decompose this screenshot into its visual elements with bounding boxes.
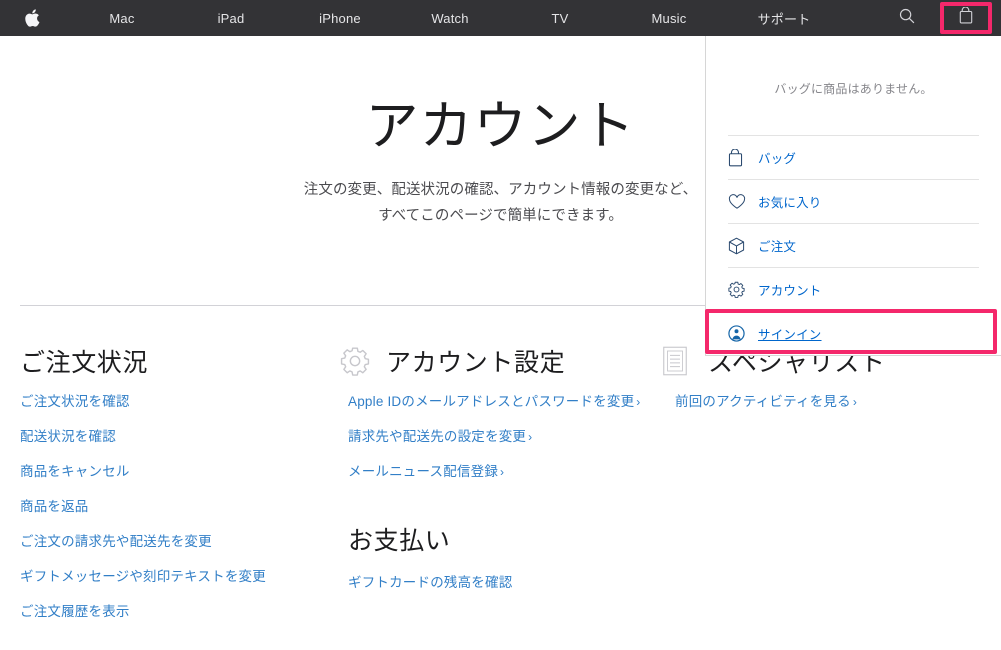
search-button[interactable] bbox=[879, 0, 935, 36]
search-icon bbox=[899, 8, 915, 29]
link-label: メールニュース配信登録 bbox=[348, 463, 499, 479]
bag-empty-message: バッグに商品はありません。 bbox=[774, 82, 933, 96]
link-label: 請求先や配送先の設定を変更 bbox=[348, 428, 527, 444]
list-item: Apple IDのメールアドレスとパスワードを変更 › bbox=[348, 392, 662, 413]
list-item: メールニュース配信登録 › bbox=[348, 462, 662, 483]
link-email-newsletter-subscription[interactable]: メールニュース配信登録 › bbox=[348, 464, 504, 479]
chevron-right-icon: › bbox=[528, 429, 533, 444]
chevron-right-icon: › bbox=[852, 395, 858, 409]
dropdown-item-favorites[interactable]: お気に入り bbox=[728, 179, 979, 223]
shopping-bag-button[interactable] bbox=[935, 0, 997, 36]
content-columns: ご注文状況 ご注文状況を確認 配送状況を確認 商品をキャンセル 商品を返品 ご注… bbox=[0, 342, 1001, 650]
list-item: ギフトメッセージや刻印テキストを変更 bbox=[20, 567, 340, 588]
dropdown-item-label: サインイン bbox=[758, 328, 822, 342]
link-change-billing-shipping-settings[interactable]: 請求先や配送先の設定を変更 › bbox=[348, 429, 532, 444]
section-specialist: スペシャリスト 前回のアクティビティを見る › bbox=[662, 342, 1001, 650]
nav-item-support[interactable]: サポート bbox=[724, 0, 844, 36]
package-box-icon bbox=[728, 237, 758, 255]
link-check-giftcard-balance[interactable]: ギフトカードの残高を確認 bbox=[348, 575, 512, 590]
dropdown-item-orders[interactable]: ご注文 bbox=[728, 223, 979, 267]
section-title: アカウント設定 bbox=[386, 349, 566, 377]
heart-icon bbox=[728, 193, 758, 210]
dropdown-item-bag[interactable]: バッグ bbox=[728, 135, 979, 179]
nav-item-iphone[interactable]: iPhone bbox=[286, 0, 394, 36]
section-account-settings: アカウント設定 Apple IDのメールアドレスとパスワードを変更 › 請求先や配… bbox=[340, 342, 662, 650]
nav-item-mac[interactable]: Mac bbox=[68, 0, 176, 36]
link-cancel-item[interactable]: 商品をキャンセル bbox=[20, 464, 130, 479]
list-item: ご注文履歴を表示 bbox=[20, 602, 340, 623]
dropdown-item-label: バッグ bbox=[758, 152, 797, 166]
list-item: 商品をキャンセル bbox=[20, 462, 340, 483]
nav-links-group: Mac iPad iPhone Watch TV Music サポート bbox=[64, 0, 879, 36]
nav-item-watch[interactable]: Watch bbox=[394, 0, 506, 36]
link-check-delivery-status[interactable]: 配送状況を確認 bbox=[20, 429, 116, 444]
list-item: 配送状況を確認 bbox=[20, 427, 340, 448]
list-item: 前回のアクティビティを見る › bbox=[675, 392, 1001, 413]
link-return-item[interactable]: 商品を返品 bbox=[20, 499, 89, 514]
bag-button-wrapper bbox=[935, 0, 997, 36]
page-subtitle-line-1: 注文の変更、配送状況の確認、アカウント情報の変更など、 bbox=[303, 182, 698, 199]
shopping-bag-icon bbox=[959, 6, 973, 29]
list-item: ギフトカードの残高を確認 bbox=[348, 573, 662, 594]
payment-link-list: ギフトカードの残高を確認 bbox=[340, 573, 662, 594]
global-navigation-bar: Mac iPad iPhone Watch TV Music サポート bbox=[0, 0, 1001, 36]
account-settings-link-list: Apple IDのメールアドレスとパスワードを変更 › 請求先や配送先の設定を変更… bbox=[340, 392, 662, 483]
dropdown-item-label: アカウント bbox=[758, 284, 822, 298]
person-circle-icon bbox=[728, 325, 758, 342]
bag-dropdown-panel: バッグに商品はありません。 バッグ お気に入り ご注文 アカウント サインイン bbox=[705, 36, 1001, 356]
list-item: 請求先や配送先の設定を変更 › bbox=[348, 427, 662, 448]
section-title-payment: お支払い bbox=[348, 526, 451, 555]
nav-item-music[interactable]: Music bbox=[614, 0, 724, 36]
document-lines-icon bbox=[662, 346, 706, 376]
section-header: ご注文状況 bbox=[20, 342, 340, 380]
section-header: アカウント設定 bbox=[340, 342, 662, 380]
bag-dropdown-list: バッグ お気に入り ご注文 アカウント サインイン bbox=[728, 135, 979, 355]
order-status-link-list: ご注文状況を確認 配送状況を確認 商品をキャンセル 商品を返品 ご注文の請求先や… bbox=[20, 392, 340, 622]
gear-icon bbox=[728, 281, 758, 298]
nav-item-tv[interactable]: TV bbox=[506, 0, 614, 36]
link-label: 前回のアクティビティを見る bbox=[675, 394, 851, 409]
link-change-order-address[interactable]: ご注文の請求先や配送先を変更 bbox=[20, 534, 212, 549]
specialist-link-list: 前回のアクティビティを見る › bbox=[662, 392, 1001, 413]
link-label: Apple IDのメールアドレスとパスワードを変更 bbox=[348, 394, 635, 409]
dropdown-item-signin[interactable]: サインイン bbox=[728, 311, 979, 355]
apple-logo-icon bbox=[24, 9, 40, 27]
link-change-gift-message[interactable]: ギフトメッセージや刻印テキストを変更 bbox=[20, 569, 266, 584]
chevron-right-icon: › bbox=[500, 464, 505, 479]
link-check-order-status[interactable]: ご注文状況を確認 bbox=[20, 394, 130, 409]
section-order-status: ご注文状況 ご注文状況を確認 配送状況を確認 商品をキャンセル 商品を返品 ご注… bbox=[0, 342, 340, 650]
shopping-bag-icon bbox=[728, 148, 758, 167]
gear-icon bbox=[340, 346, 384, 376]
dropdown-item-account[interactable]: アカウント bbox=[728, 267, 979, 311]
list-item: 商品を返品 bbox=[20, 497, 340, 518]
dropdown-item-label: お気に入り bbox=[758, 196, 822, 210]
section-title: ご注文状況 bbox=[20, 349, 149, 377]
page-subtitle-line-2: すべてこのページで簡単にできます。 bbox=[378, 207, 623, 224]
link-change-appleid-email-password[interactable]: Apple IDのメールアドレスとパスワードを変更 › bbox=[348, 394, 640, 409]
list-item: ご注文の請求先や配送先を変更 bbox=[20, 532, 340, 553]
chevron-right-icon: › bbox=[636, 395, 641, 409]
dropdown-item-label: ご注文 bbox=[758, 240, 797, 254]
link-view-last-activity[interactable]: 前回のアクティビティを見る › bbox=[675, 394, 857, 409]
link-view-order-history[interactable]: ご注文履歴を表示 bbox=[20, 604, 130, 619]
list-item: ご注文状況を確認 bbox=[20, 392, 340, 413]
apple-logo-link[interactable] bbox=[0, 0, 64, 36]
nav-item-ipad[interactable]: iPad bbox=[176, 0, 286, 36]
